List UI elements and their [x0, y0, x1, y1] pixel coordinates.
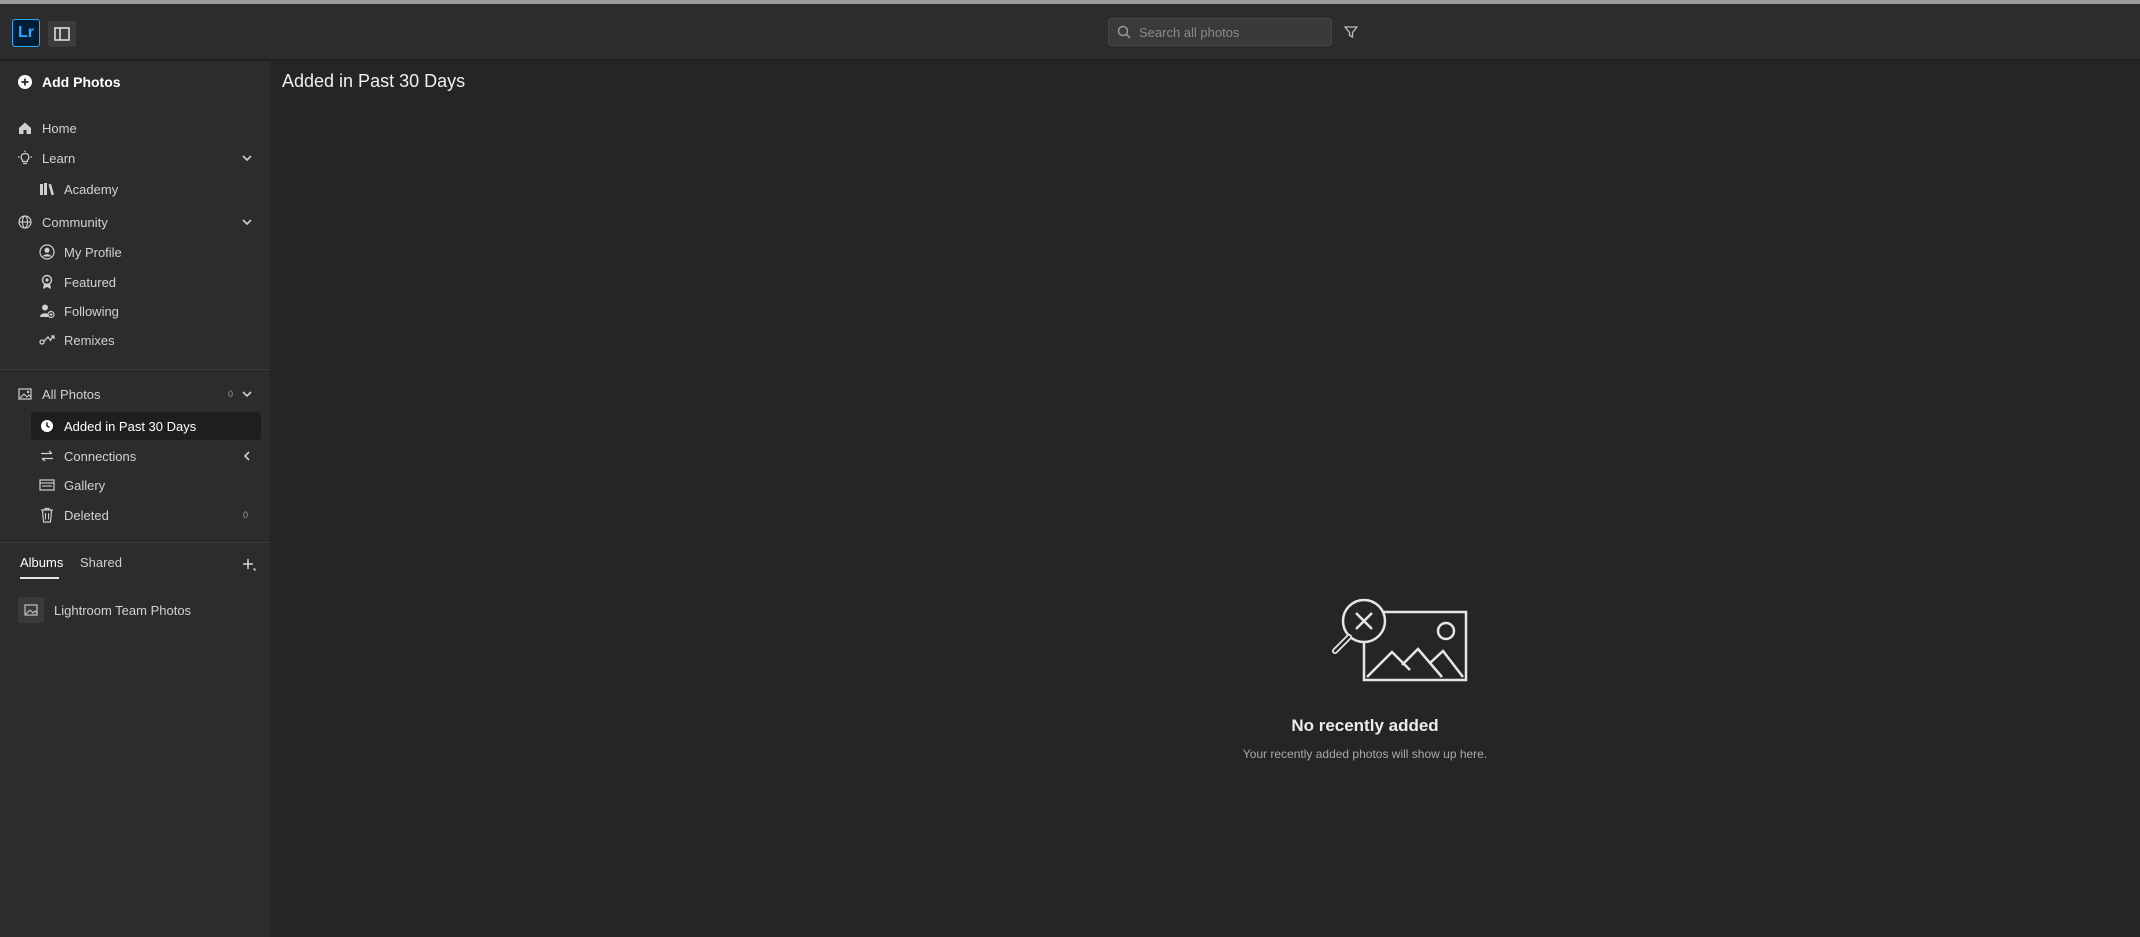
sidebar-item-label: Following	[64, 303, 119, 319]
clock-icon	[39, 418, 55, 434]
main-content: Added in Past 30 Days No recently added …	[270, 61, 2140, 937]
tab-shared[interactable]: Shared	[80, 555, 122, 570]
sidebar-item-featured[interactable]: Featured	[0, 269, 270, 295]
sidebar-item-label: Learn	[42, 150, 76, 166]
books-icon	[39, 181, 55, 197]
no-results-illustration	[1332, 598, 1468, 682]
sidebar-item-label: My Profile	[64, 244, 122, 260]
sidebar-panel-icon	[54, 27, 70, 41]
sidebar-item-home[interactable]: Home	[0, 115, 270, 141]
sidebar-item-label: Community	[42, 214, 108, 230]
sidebar-item-added-past-30-days[interactable]: Added in Past 30 Days	[0, 413, 270, 439]
sidebar: Add Photos Home Learn Academy Community …	[0, 61, 270, 937]
album-item[interactable]: Lightroom Team Photos	[18, 596, 258, 624]
tab-active-underline	[20, 577, 59, 579]
photo-count: 0	[227, 389, 233, 399]
sidebar-divider	[0, 369, 270, 370]
panel-toggle-button[interactable]	[48, 21, 76, 47]
lightroom-app: Lr Search all photos Add Photos Home Lea…	[0, 0, 2140, 937]
deleted-count: 0	[242, 510, 248, 520]
sidebar-item-deleted[interactable]: Deleted 0	[0, 502, 270, 528]
add-photos-button[interactable]: Add Photos	[0, 69, 270, 95]
lightbulb-icon	[17, 150, 33, 166]
sidebar-item-label: Academy	[64, 181, 119, 197]
lightroom-logo[interactable]: Lr	[12, 19, 40, 47]
sidebar-item-all-photos[interactable]: All Photos 0	[0, 381, 270, 407]
user-circle-icon	[39, 244, 55, 260]
chevron-down-icon[interactable]	[240, 387, 254, 401]
image-icon	[17, 386, 33, 402]
sidebar-item-community[interactable]: Community	[0, 209, 270, 235]
add-album-icon[interactable]	[242, 558, 256, 572]
sidebar-item-gallery[interactable]: Gallery	[0, 472, 270, 498]
sidebar-item-connections[interactable]: Connections	[0, 443, 270, 469]
user-add-icon	[39, 303, 55, 319]
image-icon	[24, 604, 38, 616]
gallery-icon	[39, 477, 55, 493]
add-photos-label: Add Photos	[42, 74, 121, 90]
search-icon	[1109, 25, 1139, 39]
remix-icon	[39, 332, 55, 348]
sidebar-item-label: Gallery	[64, 477, 106, 493]
sidebar-item-label: All Photos	[42, 386, 101, 402]
home-icon	[17, 120, 33, 136]
sidebar-item-label: Connections	[64, 448, 137, 464]
sidebar-item-academy[interactable]: Academy	[0, 176, 270, 202]
chevron-down-icon[interactable]	[240, 215, 254, 229]
filter-icon	[1344, 26, 1358, 39]
trash-icon	[39, 507, 55, 523]
search-input[interactable]	[1139, 24, 1331, 40]
sidebar-divider	[0, 542, 270, 543]
sidebar-item-my-profile[interactable]: My Profile	[0, 239, 270, 265]
album-label: Lightroom Team Photos	[54, 602, 192, 618]
sidebar-item-following[interactable]: Following	[0, 298, 270, 324]
sidebar-item-label: Added in Past 30 Days	[64, 418, 197, 434]
globe-icon	[17, 214, 33, 230]
sidebar-item-learn[interactable]: Learn	[0, 145, 270, 171]
empty-state-subtitle: Your recently added photos will show up …	[1242, 747, 1488, 761]
sidebar-item-remixes[interactable]: Remixes	[0, 327, 270, 353]
sidebar-item-label: Remixes	[64, 332, 115, 348]
top-bar: Lr	[0, 4, 2140, 60]
filter-button[interactable]	[1340, 21, 1362, 43]
plus-circle-icon	[17, 74, 33, 90]
sidebar-item-label: Home	[42, 120, 77, 136]
tab-albums[interactable]: Albums	[20, 555, 63, 570]
sidebar-item-label: Deleted	[64, 507, 109, 523]
album-thumbnail	[18, 597, 44, 623]
award-icon	[39, 274, 55, 290]
swap-icon	[39, 448, 55, 464]
chevron-left-icon[interactable]	[240, 449, 254, 463]
sidebar-item-label: Featured	[64, 274, 117, 290]
empty-state-title: No recently added	[1291, 716, 1439, 735]
chevron-down-icon[interactable]	[240, 151, 254, 165]
search-box[interactable]	[1108, 18, 1332, 46]
page-title: Added in Past 30 Days	[282, 71, 466, 91]
